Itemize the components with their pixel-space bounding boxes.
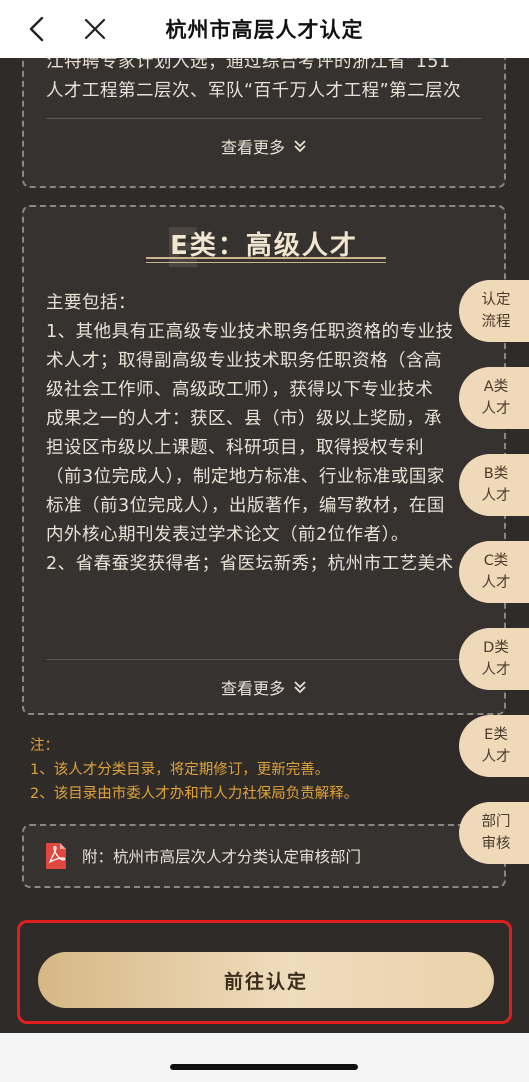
attachment-label: 附：杭州市高层次人才分类认定审核部门 <box>82 848 362 866</box>
note-item: 2、该目录由市委人才办和市人力社保局负责解释。 <box>30 786 359 802</box>
side-nav-item-e[interactable]: E类 人才 <box>459 715 529 777</box>
side-nav-item-a[interactable]: A类 人才 <box>459 367 529 429</box>
back-button[interactable] <box>22 14 52 44</box>
notes-heading: 注： <box>30 738 59 754</box>
side-nav-label: 人才 <box>481 662 511 678</box>
card-text-line: 内外核心期刊发表过学术论文（前2位作者）。 <box>46 525 409 545</box>
side-nav-label: A类 <box>483 379 509 395</box>
card-text-line: 标准（前3位完成人），出版著作，编写教材，在国 <box>46 496 445 516</box>
side-nav-label: 部门 <box>481 814 511 830</box>
card-text-line: 1、其他具有正高级专业技术职务任职资格的专业技 <box>46 322 454 342</box>
show-more-label: 查看更多 <box>220 138 285 157</box>
home-indicator[interactable] <box>170 1064 358 1070</box>
chevron-left-icon <box>29 16 44 42</box>
double-chevron-down-icon <box>294 140 306 153</box>
side-nav-label: C类 <box>483 553 509 569</box>
side-nav-label: 审核 <box>481 836 511 852</box>
side-nav-label: 人才 <box>481 575 511 591</box>
side-nav-label: 人才 <box>481 749 511 765</box>
bottom-system-bar <box>0 1033 529 1082</box>
title-underline <box>146 262 386 263</box>
note-item: 1、该人才分类目录，将定期修订，更新完善。 <box>30 762 330 778</box>
title-underline <box>146 257 386 259</box>
divider <box>46 659 482 660</box>
notes-section: 注： 1、该人才分类目录，将定期修订，更新完善。 2、该目录由市委人才办和市人力… <box>30 734 358 806</box>
show-more-label: 查看更多 <box>220 679 285 698</box>
side-nav-label: B类 <box>483 466 509 482</box>
page-title: 杭州市高层人才认定 <box>165 18 364 42</box>
pdf-icon <box>44 842 68 870</box>
footer-highlight: 前往认定 <box>17 920 512 1024</box>
top-nav-bar: 杭州市高层人才认定 <box>0 0 529 58</box>
card-text-line: 主要包括： <box>46 293 136 313</box>
go-certify-button[interactable]: 前往认定 <box>38 952 494 1008</box>
show-more-button[interactable]: 查看更多 <box>24 675 504 699</box>
attachment-link[interactable]: 附：杭州市高层次人才分类认定审核部门 <box>22 824 506 888</box>
side-nav-label: E类 <box>484 727 508 743</box>
side-nav-item-department[interactable]: 部门 审核 <box>459 802 529 864</box>
side-nav-label: 认定 <box>481 292 511 308</box>
side-nav-label: 人才 <box>481 488 511 504</box>
side-nav-item-d[interactable]: D类 人才 <box>459 628 529 690</box>
card-text-line: 成果之一的人才：获区、县（市）级以上奖励，承 <box>46 409 442 429</box>
card-text-line: 术人才；取得副高级专业技术职务任职资格（含高 <box>46 351 442 371</box>
show-more-button[interactable]: 查看更多 <box>24 134 504 158</box>
card-text-line: 级社会工作师、高级政工师），获得以下专业技术 <box>46 380 434 400</box>
close-button[interactable] <box>80 14 110 44</box>
side-nav-label: D类 <box>483 640 509 656</box>
card-text-line: （前3位完成人），制定地方标准、行业标准或国家 <box>46 467 445 487</box>
side-nav-item-c[interactable]: C类 人才 <box>459 541 529 603</box>
side-nav-label: 人才 <box>481 401 511 417</box>
side-nav-item-process[interactable]: 认定 流程 <box>459 280 529 342</box>
card-text-line: 江特聘专家计划入选；通过综合考评的浙江省“151” <box>46 58 461 72</box>
card-body: 主要包括： 1、其他具有正高级专业技术职务任职资格的专业技 术人才；取得副高级专… <box>24 289 504 579</box>
side-nav-item-b[interactable]: B类 人才 <box>459 454 529 516</box>
divider <box>46 118 482 119</box>
card-title-wrap: E E类：高级人才 <box>24 217 504 280</box>
card-text-line: 担设区市级以上课题、科研项目，取得授权专利 <box>46 438 424 458</box>
close-icon <box>84 18 106 40</box>
side-nav-label: 流程 <box>481 314 511 330</box>
category-card-e: E E类：高级人才 主要包括： 1、其他具有正高级专业技术职务任职资格的专业技 … <box>22 205 506 715</box>
card-text-line: 2、省春蚕奖获得者；省医坛新秀；杭州市工艺美术 <box>46 554 454 574</box>
card-text-line: 人才工程第二层次、军队“百千万人才工程”第二层次 <box>46 81 462 101</box>
double-chevron-down-icon <box>294 681 306 694</box>
category-card-d: 江特聘专家计划入选；通过综合考评的浙江省“151” 人才工程第二层次、军队“百千… <box>22 58 506 188</box>
content-area[interactable]: 江特聘专家计划入选；通过综合考评的浙江省“151” 人才工程第二层次、军队“百千… <box>0 58 529 1033</box>
